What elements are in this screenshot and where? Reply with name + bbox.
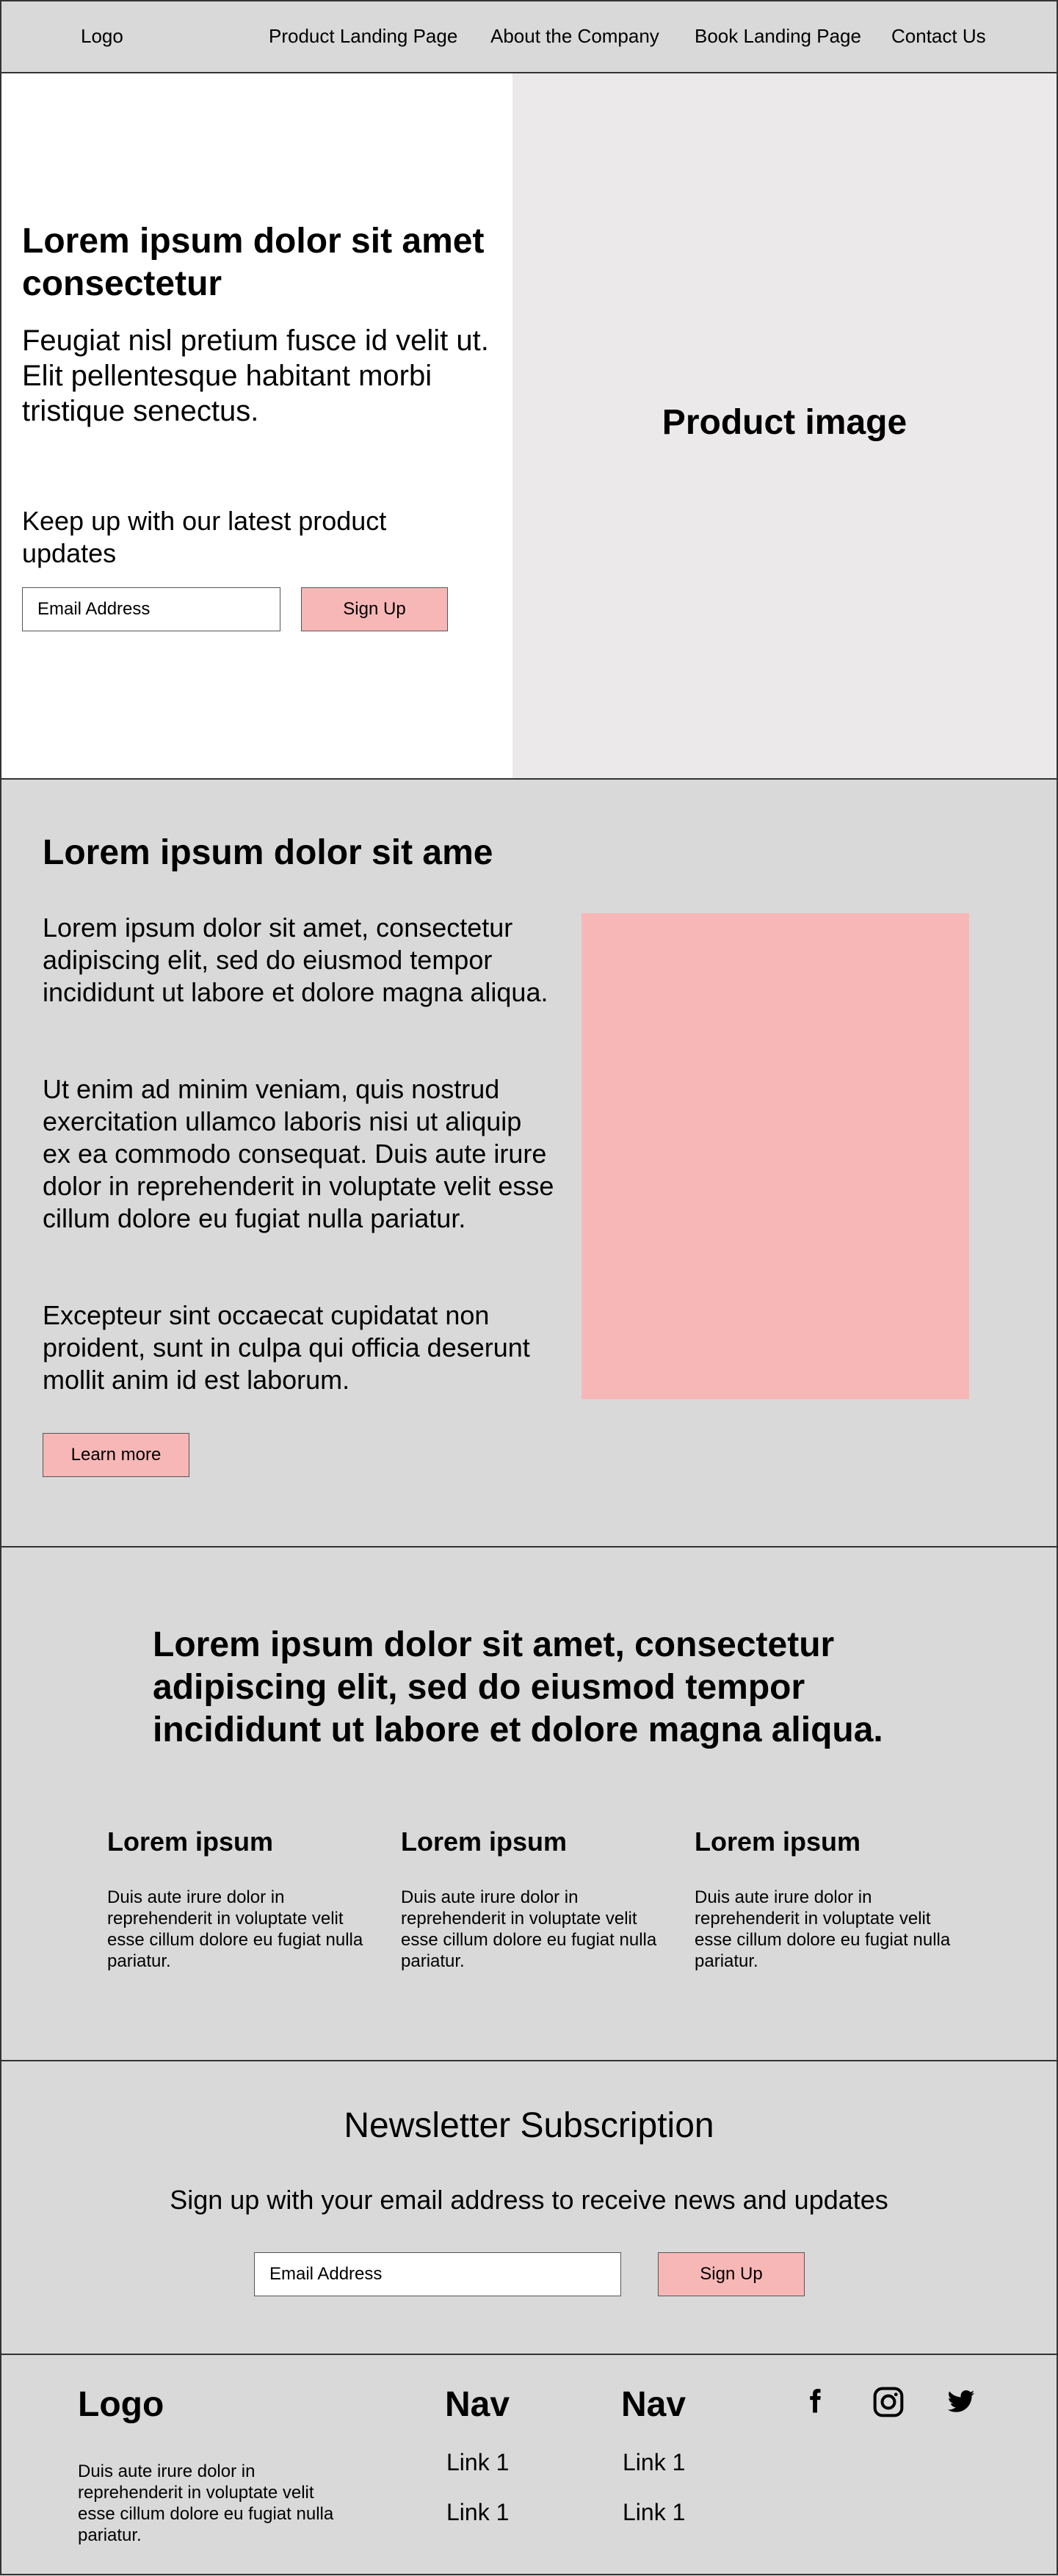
- instagram-icon[interactable]: [872, 2386, 905, 2418]
- feature-card: Lorem ipsum Duis aute irure dolor in rep…: [401, 1826, 665, 1972]
- footer-nav-heading: Nav: [445, 2385, 510, 2424]
- nav-link-about[interactable]: About the Company: [490, 25, 659, 48]
- footer-link[interactable]: Link 1: [446, 2449, 509, 2476]
- newsletter-section: Newsletter Subscription Sign up with you…: [0, 2060, 1058, 2355]
- hero-image-label: Product image: [662, 403, 907, 442]
- about-image-placeholder: [581, 913, 969, 1399]
- newsletter-email-input[interactable]: Email Address: [254, 2252, 621, 2296]
- about-paragraph: Ut enim ad minim veniam, quis nostrud ex…: [43, 1074, 554, 1233]
- about-paragraph: Lorem ipsum dolor sit amet, consectetur …: [43, 913, 548, 1007]
- feature-text: Duis aute irure dolor in reprehenderit i…: [401, 1887, 657, 1971]
- hero-section: Product image Lorem ipsum dolor sit amet…: [0, 72, 1058, 780]
- footer-link[interactable]: Link 1: [623, 2449, 685, 2476]
- feature-card: Lorem ipsum Duis aute irure dolor in rep…: [695, 1826, 959, 1972]
- footer-text: Duis aute irure dolor in reprehenderit i…: [78, 2461, 334, 2545]
- hero-signup-button[interactable]: Sign Up: [301, 587, 448, 631]
- newsletter-signup-button[interactable]: Sign Up: [658, 2252, 805, 2296]
- footer-nav-heading: Nav: [621, 2385, 686, 2424]
- site-footer: Logo Duis aute irure dolor in reprehende…: [0, 2354, 1058, 2575]
- feature-heading: Lorem ipsum: [695, 1826, 861, 1857]
- footer-logo[interactable]: Logo: [78, 2384, 164, 2425]
- footer-link[interactable]: Link 1: [446, 2499, 509, 2526]
- hero-updates-text: Keep up with our latest product updates: [22, 506, 387, 568]
- learn-more-button[interactable]: Learn more: [43, 1433, 189, 1477]
- about-section: Lorem ipsum dolor sit ame Lorem ipsum do…: [0, 778, 1058, 1548]
- feature-card: Lorem ipsum Duis aute irure dolor in rep…: [107, 1826, 372, 1972]
- features-title: Lorem ipsum dolor sit amet, consectetur …: [153, 1625, 883, 1749]
- newsletter-title: Newsletter Subscription: [344, 2106, 714, 2145]
- hero-image-panel: Product image: [512, 73, 1057, 778]
- nav-link-book[interactable]: Book Landing Page: [695, 25, 861, 48]
- facebook-icon[interactable]: [802, 2381, 828, 2420]
- newsletter-subtitle: Sign up with your email address to recei…: [170, 2185, 888, 2215]
- feature-heading: Lorem ipsum: [107, 1826, 274, 1857]
- site-header: Logo Product Landing Page About the Comp…: [0, 0, 1058, 73]
- twitter-icon[interactable]: [944, 2387, 978, 2417]
- feature-text: Duis aute irure dolor in reprehenderit i…: [107, 1887, 363, 1971]
- footer-link[interactable]: Link 1: [623, 2499, 685, 2526]
- nav-link-product[interactable]: Product Landing Page: [269, 25, 457, 48]
- about-paragraph: Excepteur sint occaecat cupidatat non pr…: [43, 1300, 530, 1395]
- nav-link-contact[interactable]: Contact Us: [891, 25, 986, 48]
- about-title: Lorem ipsum dolor sit ame: [43, 833, 493, 872]
- header-logo[interactable]: Logo: [81, 25, 123, 48]
- hero-email-input[interactable]: Email Address: [22, 587, 280, 631]
- feature-text: Duis aute irure dolor in reprehenderit i…: [695, 1887, 951, 1971]
- hero-subtitle: Feugiat nisl pretium fusce id velit ut. …: [22, 324, 489, 427]
- hero-title: Lorem ipsum dolor sit amet consectetur: [22, 222, 485, 303]
- features-section: Lorem ipsum dolor sit amet, consectetur …: [0, 1546, 1058, 2061]
- feature-heading: Lorem ipsum: [401, 1826, 568, 1857]
